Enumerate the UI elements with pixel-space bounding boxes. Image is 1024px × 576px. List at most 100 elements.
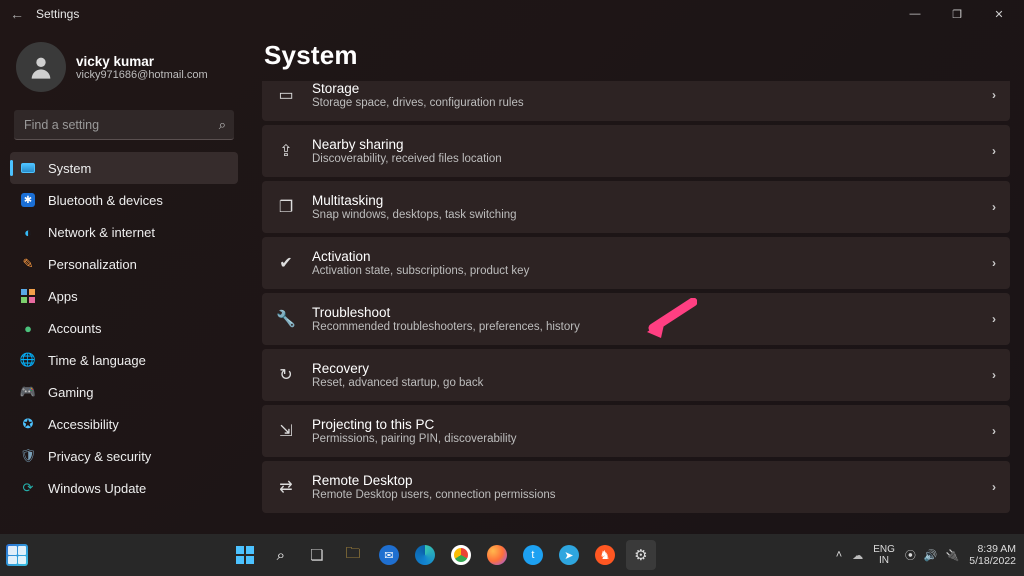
- tray-chevron-icon[interactable]: ˄: [836, 549, 842, 561]
- language-indicator[interactable]: ENG IN: [873, 544, 895, 566]
- mail-app[interactable]: ✉: [374, 540, 404, 570]
- power-tray-icon: 🔌: [946, 549, 960, 562]
- settings-list[interactable]: ▭ Storage Storage space, drives, configu…: [262, 81, 1014, 531]
- row-subtitle: Reset, advanced startup, go back: [312, 377, 976, 389]
- sidebar-item-personalization[interactable]: ✎ Personalization: [10, 248, 238, 280]
- row-title: Troubleshoot: [312, 305, 976, 320]
- row-subtitle: Recommended troubleshooters, preferences…: [312, 321, 976, 333]
- window-title: Settings: [36, 7, 79, 21]
- sidebar-item-label: Network & internet: [48, 225, 155, 240]
- row-troubleshoot[interactable]: 🔧 Troubleshoot Recommended troubleshoote…: [262, 293, 1010, 345]
- sidebar-item-windows-update[interactable]: ⟳ Windows Update: [10, 472, 238, 504]
- taskbar: ⌕ ❏ 🗀 ✉ t ➤ ♞ ⚙ ˄ ☁ ENG IN ⦿ 🔊 🔌 8:39 AM…: [0, 534, 1024, 576]
- row-title: Nearby sharing: [312, 137, 976, 152]
- row-title: Activation: [312, 249, 976, 264]
- chrome-browser[interactable]: [446, 540, 476, 570]
- sidebar-item-label: Personalization: [48, 257, 137, 272]
- row-activation[interactable]: ✔ Activation Activation state, subscript…: [262, 237, 1010, 289]
- sidebar-item-label: Privacy & security: [48, 449, 151, 464]
- accessibility-icon: ✪: [20, 416, 36, 432]
- onedrive-icon[interactable]: ☁: [852, 549, 863, 562]
- sidebar-item-accessibility[interactable]: ✪ Accessibility: [10, 408, 238, 440]
- widgets-button[interactable]: [6, 544, 28, 566]
- settings-app[interactable]: ⚙: [626, 540, 656, 570]
- sidebar-item-label: Bluetooth & devices: [48, 193, 163, 208]
- row-title: Recovery: [312, 361, 976, 376]
- back-button[interactable]: ←: [4, 1, 30, 27]
- profile-name: vicky kumar: [76, 54, 208, 69]
- minimize-button[interactable]: —: [894, 0, 936, 28]
- share-icon: ⇪: [276, 141, 296, 161]
- search-input[interactable]: [14, 110, 234, 140]
- sidebar-item-label: Apps: [48, 289, 78, 304]
- titlebar: ← Settings — ❐ ✕: [0, 0, 1024, 28]
- chevron-right-icon: ›: [992, 88, 996, 102]
- file-explorer[interactable]: 🗀: [338, 540, 368, 570]
- sidebar-item-label: Time & language: [48, 353, 146, 368]
- sidebar-item-bluetooth[interactable]: ✱ Bluetooth & devices: [10, 184, 238, 216]
- row-recovery[interactable]: ↻ Recovery Reset, advanced startup, go b…: [262, 349, 1010, 401]
- wifi-tray-icon: ⦿: [905, 547, 916, 563]
- sidebar: vicky kumar vicky971686@hotmail.com ⌕ Sy…: [0, 28, 248, 534]
- row-subtitle: Permissions, pairing PIN, discoverabilit…: [312, 433, 976, 445]
- chevron-right-icon: ›: [992, 312, 996, 326]
- sidebar-item-apps[interactable]: Apps: [10, 280, 238, 312]
- row-subtitle: Storage space, drives, configuration rul…: [312, 97, 976, 109]
- clock[interactable]: 8:39 AM 5/18/2022: [969, 543, 1016, 567]
- wrench-icon: 🔧: [276, 309, 296, 329]
- project-icon: ⇲: [276, 421, 296, 441]
- sidebar-item-time-language[interactable]: 🌐 Time & language: [10, 344, 238, 376]
- row-title: Remote Desktop: [312, 473, 976, 488]
- row-subtitle: Activation state, subscriptions, product…: [312, 265, 976, 277]
- start-button[interactable]: [230, 540, 260, 570]
- update-icon: ⟳: [20, 480, 36, 496]
- avatar: [16, 42, 66, 92]
- brush-icon: ✎: [20, 256, 36, 272]
- sidebar-item-label: Gaming: [48, 385, 94, 400]
- sidebar-item-system[interactable]: System: [10, 152, 238, 184]
- row-remote-desktop[interactable]: ⇄ Remote Desktop Remote Desktop users, c…: [262, 461, 1010, 513]
- chevron-right-icon: ›: [992, 368, 996, 382]
- sidebar-item-privacy[interactable]: 🛡 Privacy & security: [10, 440, 238, 472]
- person-icon: ●: [20, 320, 36, 336]
- profile-block[interactable]: vicky kumar vicky971686@hotmail.com: [10, 36, 238, 106]
- task-view[interactable]: ❏: [302, 540, 332, 570]
- sidebar-item-network[interactable]: ◐ Network & internet: [10, 216, 238, 248]
- row-title: Projecting to this PC: [312, 417, 976, 432]
- row-storage[interactable]: ▭ Storage Storage space, drives, configu…: [262, 81, 1010, 121]
- taskbar-search[interactable]: ⌕: [266, 540, 296, 570]
- wifi-icon: ◐: [20, 224, 36, 240]
- apps-icon: [20, 288, 36, 304]
- sidebar-item-accounts[interactable]: ● Accounts: [10, 312, 238, 344]
- bluetooth-icon: ✱: [20, 192, 36, 208]
- volume-tray-icon: 🔊: [924, 549, 938, 562]
- sidebar-item-gaming[interactable]: 🎮 Gaming: [10, 376, 238, 408]
- chevron-right-icon: ›: [992, 424, 996, 438]
- globe-icon: 🌐: [20, 352, 36, 368]
- row-subtitle: Snap windows, desktops, task switching: [312, 209, 976, 221]
- multitask-icon: ❐: [276, 197, 296, 217]
- row-projecting[interactable]: ⇲ Projecting to this PC Permissions, pai…: [262, 405, 1010, 457]
- sidebar-item-label: System: [48, 161, 91, 176]
- close-button[interactable]: ✕: [978, 0, 1020, 28]
- row-subtitle: Discoverability, received files location: [312, 153, 976, 165]
- edge-browser[interactable]: [410, 540, 440, 570]
- chevron-right-icon: ›: [992, 256, 996, 270]
- profile-email: vicky971686@hotmail.com: [76, 69, 208, 81]
- firefox-browser[interactable]: [482, 540, 512, 570]
- check-icon: ✔: [276, 253, 296, 273]
- row-nearby-sharing[interactable]: ⇪ Nearby sharing Discoverability, receiv…: [262, 125, 1010, 177]
- chevron-right-icon: ›: [992, 480, 996, 494]
- sidebar-item-label: Accessibility: [48, 417, 119, 432]
- twitter-app[interactable]: t: [518, 540, 548, 570]
- telegram-app[interactable]: ➤: [554, 540, 584, 570]
- main-panel: System ▭ Storage Storage space, drives, …: [248, 28, 1024, 534]
- maximize-button[interactable]: ❐: [936, 0, 978, 28]
- chevron-right-icon: ›: [992, 144, 996, 158]
- recovery-icon: ↻: [276, 365, 296, 385]
- chevron-right-icon: ›: [992, 200, 996, 214]
- system-tray[interactable]: ⦿ 🔊 🔌: [905, 547, 959, 563]
- row-multitasking[interactable]: ❐ Multitasking Snap windows, desktops, t…: [262, 181, 1010, 233]
- row-title: Storage: [312, 81, 976, 96]
- brave-browser[interactable]: ♞: [590, 540, 620, 570]
